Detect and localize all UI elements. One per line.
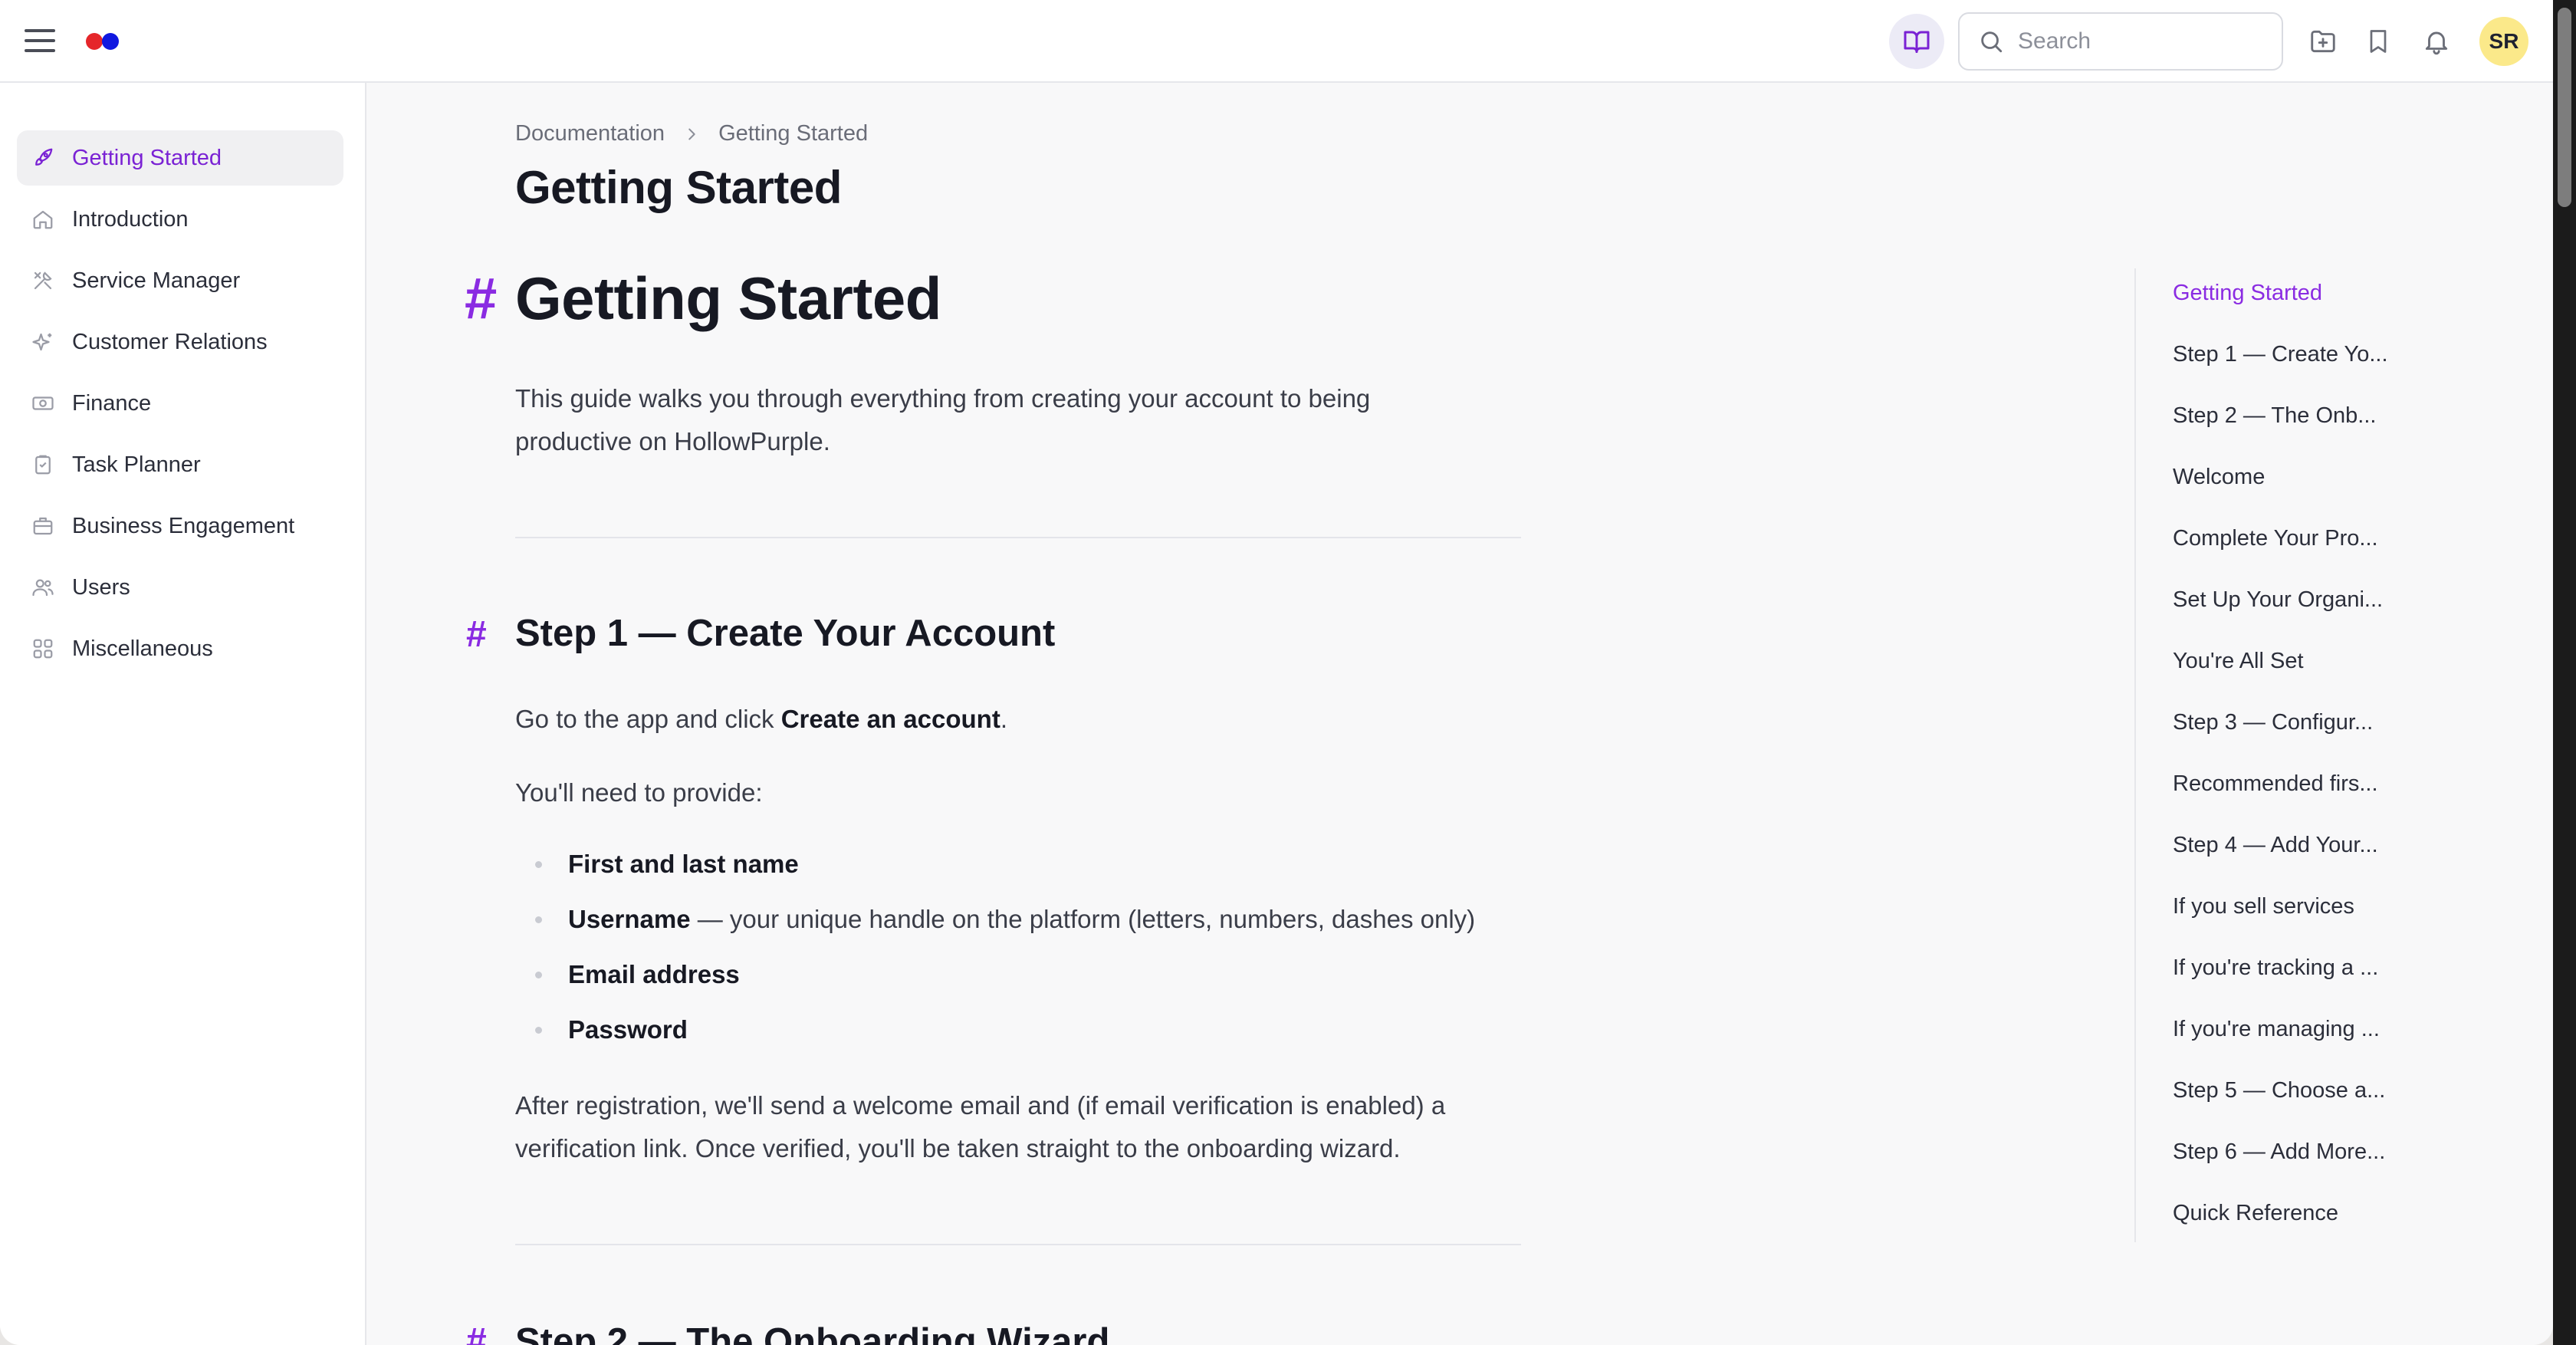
list-item-text: — your unique handle on the platform (le…: [690, 905, 1476, 933]
step2-heading: Step 2 — The Onboarding Wizard: [515, 1321, 1110, 1345]
clipboard-icon: [29, 451, 57, 478]
folder-add-button[interactable]: [2305, 23, 2341, 60]
breadcrumb-current: Getting Started: [718, 121, 869, 146]
toc-item[interactable]: Step 1 — Create Yo...: [2173, 342, 2388, 367]
sidebar-item-task-planner[interactable]: Task Planner: [17, 437, 343, 492]
create-account-emphasis: Create an account: [780, 705, 1001, 733]
heading-anchor-link[interactable]: #: [466, 1320, 487, 1345]
menu-icon[interactable]: [25, 29, 55, 52]
sidebar-item-label: Finance: [72, 390, 152, 416]
brand-logo[interactable]: [86, 33, 123, 50]
banknote-icon: [29, 390, 57, 417]
search-icon: [1981, 31, 2003, 53]
intro-paragraph: This guide walks you through everything …: [515, 377, 1370, 463]
sidebar-item-introduction[interactable]: Introduction: [17, 192, 343, 247]
sidebar-item-service-manager[interactable]: Service Manager: [17, 253, 343, 308]
bookmark-button[interactable]: [2360, 23, 2397, 60]
sidebar-item-label: Miscellaneous: [72, 636, 213, 661]
toc-item[interactable]: If you're managing ...: [2173, 1017, 2380, 1042]
divider: [515, 1244, 1521, 1245]
user-avatar[interactable]: SR: [2479, 17, 2528, 66]
sidebar-item-users[interactable]: Users: [17, 560, 343, 615]
bookmark-icon: [2370, 30, 2387, 53]
search-input[interactable]: [2018, 28, 2263, 54]
rocket-icon: [29, 144, 57, 172]
sidebar-item-label: Users: [72, 574, 130, 600]
chevron-right-icon: [683, 126, 700, 143]
paragraph-line: verification link. Once verified, you'll…: [515, 1134, 1401, 1162]
docs-book-button[interactable]: [1889, 14, 1944, 69]
section-heading: Getting Started: [515, 265, 941, 332]
users-icon: [29, 574, 57, 601]
toc-item[interactable]: Step 4 — Add Your...: [2173, 833, 2378, 858]
grid-icon: [29, 635, 57, 663]
scrollbar-thumb[interactable]: [2558, 8, 2571, 207]
toc-item[interactable]: If you're tracking a ...: [2173, 955, 2378, 981]
sidebar-item-getting-started[interactable]: Getting Started: [17, 130, 343, 186]
top-bar: SR: [0, 0, 2553, 83]
list-item-bold: First and last name: [568, 850, 799, 878]
toc-item[interactable]: Step 5 — Choose a...: [2173, 1078, 2385, 1103]
toc-rail: [2134, 268, 2136, 1242]
sparkles-icon: [29, 328, 57, 356]
home-icon: [29, 206, 57, 233]
list-item: Username — your unique handle on the pla…: [515, 905, 1475, 934]
toc-item[interactable]: Step 6 — Add More...: [2173, 1139, 2385, 1165]
breadcrumb: Documentation Getting Started: [515, 121, 868, 146]
sidebar-item-label: Customer Relations: [72, 329, 268, 354]
step1-after-paragraph: After registration, we'll send a welcome…: [515, 1084, 1445, 1170]
tools-icon: [29, 267, 57, 294]
list-item-bold: Password: [568, 1015, 688, 1044]
sidebar-item-label: Task Planner: [72, 452, 201, 477]
search-box[interactable]: [1958, 12, 2283, 71]
sidebar: Getting Started Introduction Service Man…: [0, 83, 366, 1345]
briefcase-icon: [29, 512, 57, 540]
toc-item[interactable]: Getting Started: [2173, 281, 2322, 306]
sidebar-item-label: Service Manager: [72, 268, 241, 293]
list-item: Email address: [515, 960, 740, 989]
book-open-icon: [1904, 31, 1930, 53]
folder-plus-icon: [2311, 30, 2335, 53]
text: Go to the app and click: [515, 705, 781, 733]
sidebar-item-miscellaneous[interactable]: Miscellaneous: [17, 621, 343, 676]
step1-provide-text: You'll need to provide:: [515, 778, 763, 807]
bell-icon: [2425, 31, 2448, 55]
toc-item[interactable]: Quick Reference: [2173, 1201, 2338, 1226]
sidebar-item-label: Business Engagement: [72, 513, 295, 538]
list-item: Password: [515, 1015, 688, 1044]
toc-item[interactable]: Set Up Your Organi...: [2173, 587, 2383, 613]
toc-item[interactable]: Step 2 — The Onb...: [2173, 403, 2376, 429]
toc-item[interactable]: You're All Set: [2173, 649, 2304, 674]
toc-item[interactable]: If you sell services: [2173, 894, 2354, 919]
sidebar-item-label: Introduction: [72, 206, 189, 232]
step1-paragraph: Go to the app and click Create an accoun…: [515, 698, 1007, 741]
paragraph-line: After registration, we'll send a welcome…: [515, 1091, 1446, 1120]
sidebar-item-business-engagement[interactable]: Business Engagement: [17, 498, 343, 554]
list-item: First and last name: [515, 850, 799, 879]
sidebar-item-customer-relations[interactable]: Customer Relations: [17, 314, 343, 370]
toc-item[interactable]: Recommended firs...: [2173, 771, 2378, 797]
sidebar-item-finance[interactable]: Finance: [17, 376, 343, 431]
list-item-bold: Email address: [568, 960, 740, 988]
heading-anchor-link[interactable]: #: [465, 265, 497, 332]
sidebar-item-label: Getting Started: [72, 145, 222, 170]
page-title: Getting Started: [515, 162, 842, 213]
toc-item[interactable]: Welcome: [2173, 465, 2265, 490]
toc-item[interactable]: Complete Your Pro...: [2173, 526, 2378, 551]
intro-line: This guide walks you through everything …: [515, 384, 1371, 413]
toc-item[interactable]: Step 3 — Configur...: [2173, 710, 2373, 735]
app-window: SR Getting Started Introduction Service …: [0, 0, 2553, 1345]
breadcrumb-root-link[interactable]: Documentation: [515, 121, 665, 146]
list-item-bold: Username: [568, 905, 691, 933]
intro-line: productive on HollowPurple.: [515, 427, 830, 455]
step1-heading: Step 1 — Create Your Account: [515, 613, 1056, 654]
notifications-button[interactable]: [2418, 23, 2455, 60]
text: .: [1000, 705, 1007, 733]
divider: [515, 537, 1521, 538]
heading-anchor-link[interactable]: #: [466, 613, 487, 656]
